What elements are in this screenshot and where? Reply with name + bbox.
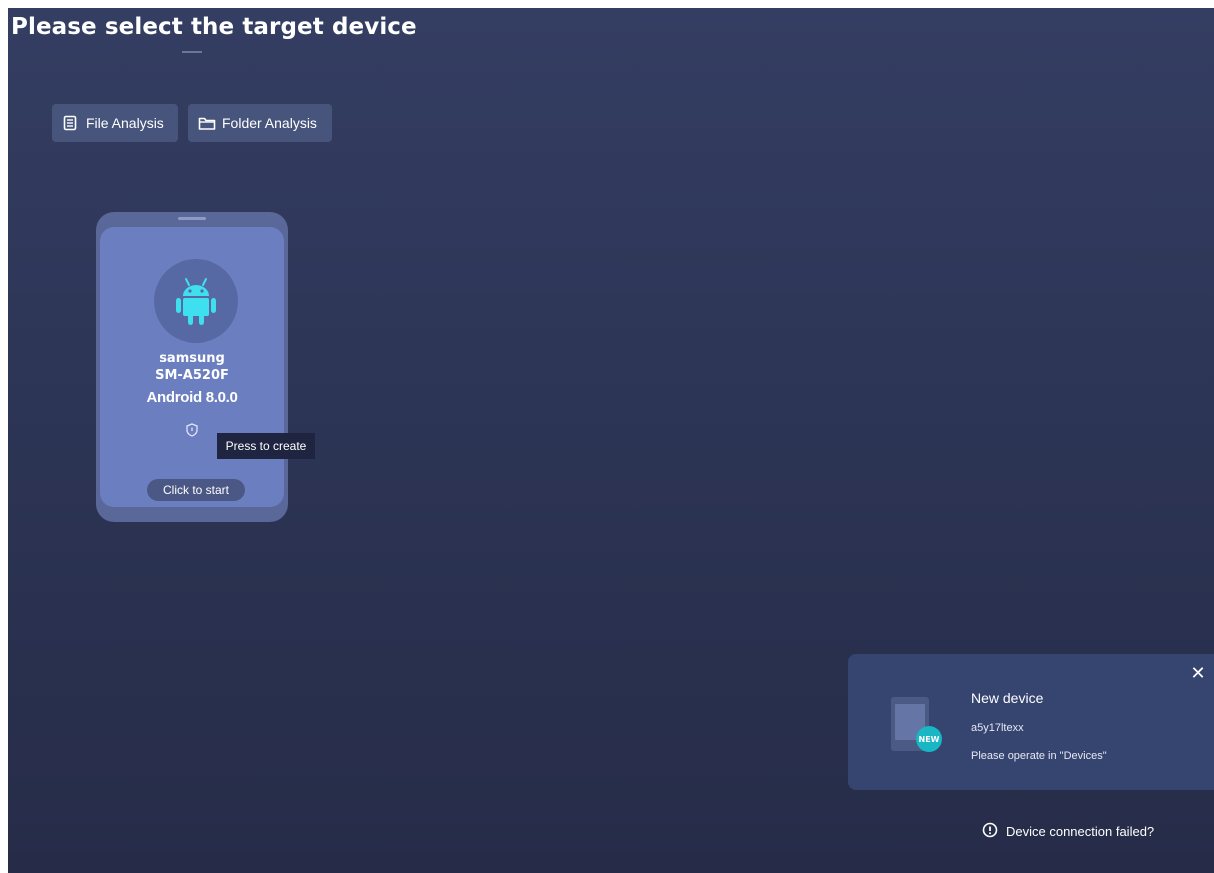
- folder-analysis-label: Folder Analysis: [222, 115, 317, 131]
- press-to-create-tooltip: Press to create: [217, 433, 315, 459]
- device-connection-failed-link[interactable]: Device connection failed?: [982, 822, 1154, 841]
- device-model: SM-A520F: [155, 368, 229, 383]
- device-notch: [178, 217, 206, 220]
- notification-device-id: a5y17ltexx: [971, 722, 1024, 734]
- folder-analysis-button[interactable]: Folder Analysis: [188, 104, 332, 142]
- click-to-start-button[interactable]: Click to start: [147, 479, 245, 501]
- device-brand: samsung: [159, 351, 225, 366]
- alert-circle-icon: [982, 822, 998, 841]
- new-badge: NEW: [916, 726, 942, 752]
- new-device-notification: ✕ NEW New device a5y17ltexx Please opera…: [848, 654, 1214, 790]
- document-icon: [62, 115, 78, 131]
- close-icon[interactable]: ✕: [1190, 665, 1206, 683]
- folder-icon: [198, 115, 216, 131]
- shield-icon[interactable]: [186, 423, 198, 437]
- page-title: Please select the target device: [11, 14, 417, 40]
- app-window: Please select the target device File Ana…: [8, 8, 1214, 873]
- android-icon: [154, 259, 238, 343]
- device-connection-failed-label: Device connection failed?: [1006, 824, 1155, 839]
- notification-title: New device: [971, 690, 1044, 706]
- device-card[interactable]: samsung SM-A520F Android 8.0.0 Click to …: [96, 212, 288, 522]
- notification-message: Please operate in "Devices": [971, 750, 1107, 762]
- title-underline: [182, 51, 202, 53]
- device-os: Android 8.0.0: [146, 389, 238, 406]
- file-analysis-label: File Analysis: [86, 115, 164, 131]
- device-screen: samsung SM-A520F Android 8.0.0 Click to …: [100, 227, 284, 507]
- file-analysis-button[interactable]: File Analysis: [52, 104, 178, 142]
